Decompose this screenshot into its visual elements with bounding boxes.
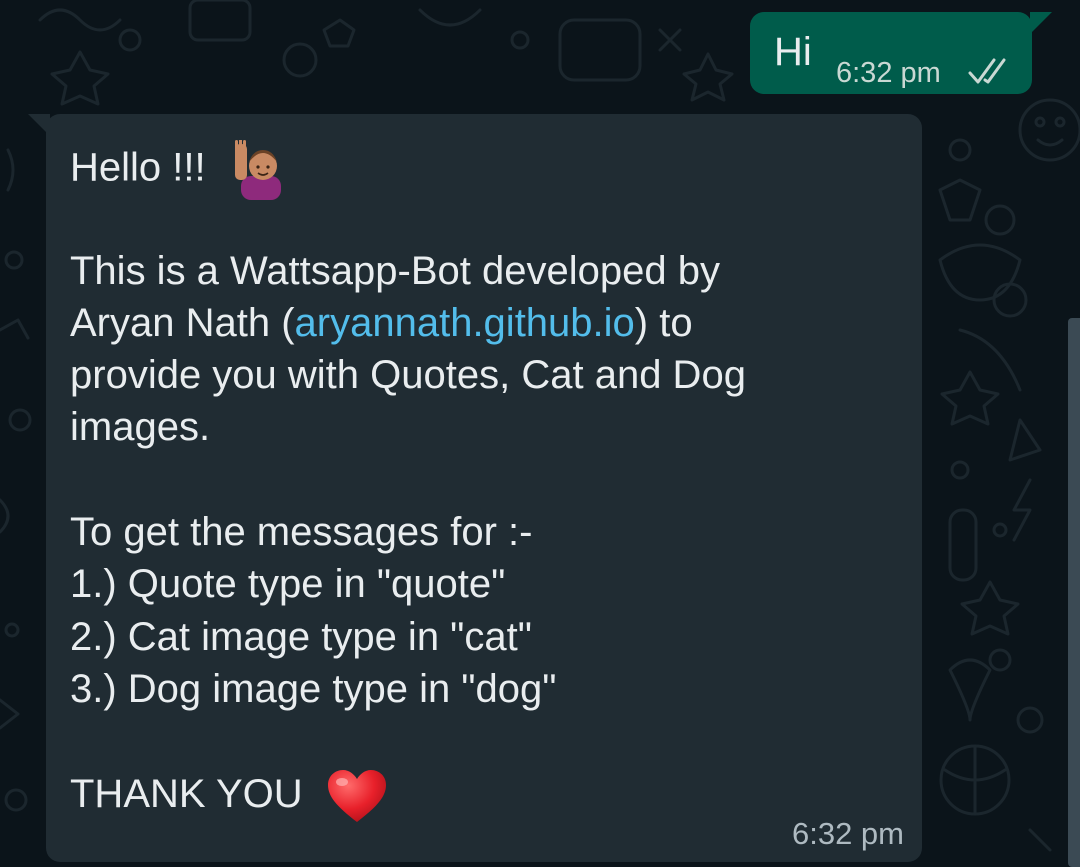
incoming-message-bubble[interactable]: Hello !!! This is a Wattsapp-Bot develop… bbox=[28, 114, 922, 862]
intro-text: ) to bbox=[634, 300, 693, 345]
bubble-tail bbox=[28, 114, 50, 136]
message-body: Hello !!! This is a Wattsapp-Bot develop… bbox=[70, 140, 890, 822]
intro-line: Aryan Nath (aryannath.github.io) to bbox=[70, 297, 890, 349]
red-heart-emoji bbox=[327, 770, 386, 822]
intro-line: images. bbox=[70, 405, 211, 450]
outgoing-message-bubble[interactable]: Hi 6:32 pm bbox=[750, 12, 1052, 94]
double-check-icon bbox=[968, 58, 1006, 84]
greeting-line: Hello !!! bbox=[70, 140, 890, 200]
greeting-text: Hello !!! bbox=[70, 145, 206, 190]
github-link[interactable]: aryannath.github.io bbox=[295, 301, 635, 345]
raising-hand-emoji bbox=[234, 140, 281, 200]
instructions-header: To get the messages for :- bbox=[70, 510, 533, 555]
intro-line: provide you with Quotes, Cat and Dog bbox=[70, 353, 746, 398]
message-time: 6:32 pm bbox=[836, 57, 941, 89]
bubble-tail bbox=[1030, 12, 1052, 34]
message-text: Hi bbox=[774, 30, 812, 74]
scrollbar[interactable] bbox=[1068, 318, 1080, 867]
instruction-item: 3.) Dog image type in "dog" bbox=[70, 666, 557, 711]
thanks-line: THANK YOU bbox=[70, 768, 890, 822]
thanks-text: THANK YOU bbox=[70, 771, 303, 816]
message-time: 6:32 pm bbox=[791, 816, 904, 851]
intro-text: Aryan Nath ( bbox=[70, 300, 295, 345]
instruction-item: 2.) Cat image type in "cat" bbox=[70, 614, 532, 659]
intro-line: This is a Wattsapp-Bot developed by bbox=[70, 248, 720, 293]
instruction-item: 1.) Quote type in "quote" bbox=[70, 562, 506, 607]
